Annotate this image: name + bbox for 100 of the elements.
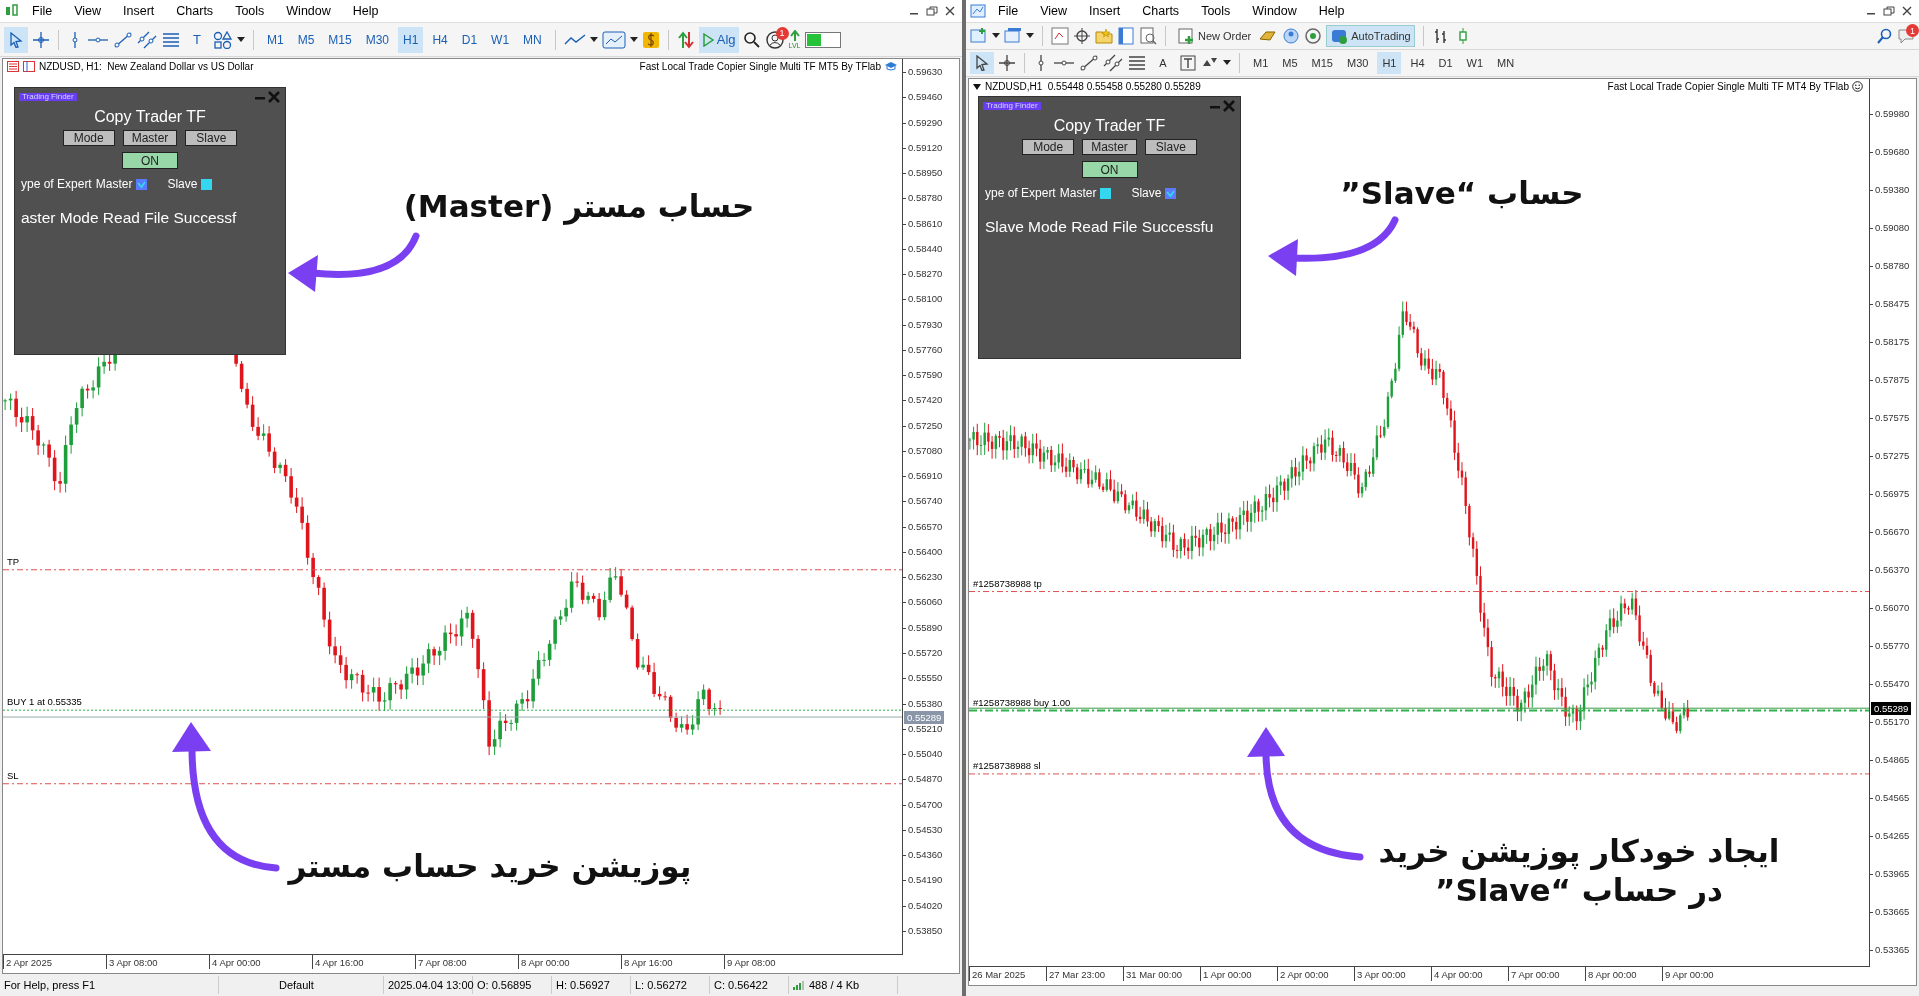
menu-item[interactable]: Tools [1191, 2, 1241, 20]
menu-item[interactable]: View [1030, 2, 1078, 20]
price-axis-label: 0.55770 [1870, 639, 1910, 653]
timeframe-button[interactable]: M30 [1341, 52, 1374, 74]
checkbox[interactable] [136, 178, 148, 190]
time-axis-label: 9 Apr 00:00 [1662, 967, 1739, 981]
panel-mode-button[interactable]: Slave [185, 130, 238, 146]
buy-level-line[interactable] [3, 709, 902, 711]
timeframe-button[interactable]: MN [1492, 52, 1520, 74]
profiles-icon[interactable] [1004, 27, 1022, 45]
timeframe-button[interactable]: M5 [292, 26, 320, 53]
fibonacci-icon[interactable] [161, 30, 181, 49]
price-axis-label: 0.56740 [903, 494, 943, 509]
timeframe-button[interactable]: M1 [1248, 52, 1274, 74]
panel-mode-button[interactable]: Mode [62, 130, 115, 146]
timeframe-button[interactable]: M1 [262, 26, 289, 53]
level-label: #1258738988 buy 1.00 [973, 696, 1071, 708]
fibonacci-icon[interactable] [1127, 54, 1147, 72]
price-axis-label: 0.56670 [1870, 525, 1910, 539]
channel-icon[interactable] [1103, 54, 1123, 72]
menu-item[interactable]: File [22, 2, 63, 20]
on-toggle-button[interactable]: ON [122, 152, 178, 169]
cursor-button[interactable] [970, 52, 994, 74]
sl-level-line[interactable] [3, 783, 902, 785]
new-order-button[interactable]: New Order [1174, 25, 1255, 47]
menu-item[interactable]: Insert [1079, 2, 1131, 20]
account-icon[interactable] [764, 29, 785, 50]
channel-icon[interactable] [137, 30, 157, 49]
tp-level-line[interactable] [3, 569, 902, 571]
menu-item[interactable]: File [988, 2, 1029, 20]
timeframe-button[interactable]: W1 [486, 26, 515, 53]
menu-item[interactable]: Charts [166, 2, 224, 20]
caret-icon[interactable] [1026, 33, 1034, 39]
timeframe-button[interactable]: D1 [456, 26, 483, 53]
cursor-button[interactable] [4, 26, 28, 53]
timeframe-button[interactable]: MN [518, 26, 547, 53]
timeframe-button[interactable]: M15 [1306, 52, 1338, 74]
connection-bar-icon [804, 31, 841, 48]
checkbox[interactable] [1165, 187, 1177, 199]
text-tool[interactable]: A [1151, 52, 1175, 74]
radar-icon[interactable] [1304, 27, 1323, 45]
autotrading-button[interactable]: AutoTrading [1326, 25, 1415, 47]
folder-star-icon[interactable] [1095, 27, 1113, 45]
timeframe-button[interactable]: D1 [1433, 52, 1458, 74]
menu-item[interactable]: Window [1242, 2, 1307, 20]
panel-mode-button[interactable]: Master [1082, 139, 1137, 155]
checkbox[interactable] [1100, 187, 1112, 199]
terminal-icon[interactable] [1117, 27, 1135, 45]
crosshair-icon[interactable] [32, 30, 50, 49]
label-icon[interactable] [1179, 54, 1197, 72]
navigator-icon[interactable] [1073, 27, 1091, 45]
caret-icon[interactable] [629, 36, 638, 43]
menu-item[interactable]: Charts [1132, 2, 1190, 20]
timeframe-button[interactable]: H1 [1377, 52, 1402, 74]
tp-level-line[interactable] [969, 591, 1869, 593]
menu-item[interactable]: Insert [113, 2, 165, 20]
menu-item[interactable]: Help [1308, 2, 1355, 20]
algo-trading-button[interactable]: Alg [698, 26, 739, 53]
chart-window-icon[interactable] [601, 29, 626, 50]
shapes-icon[interactable] [213, 30, 233, 49]
expert-name-label: Fast Local Trade Copier Single Multi TF MT5 By TFlab [639, 61, 881, 72]
chart-symbol-label: NZDUSD,H1 0.55448 0.55458 0.55280 0.55289 [985, 81, 1201, 92]
caret-icon[interactable] [1223, 60, 1231, 66]
menu-item[interactable]: Window [276, 2, 341, 20]
checkbox[interactable] [201, 178, 213, 190]
panel-mode-button[interactable]: Master [122, 130, 178, 146]
search-icon[interactable] [742, 30, 761, 49]
menu-item[interactable]: Help [342, 2, 389, 20]
caret-icon[interactable] [992, 33, 1000, 39]
dollar-icon[interactable] [641, 30, 660, 49]
chart-list-icon[interactable] [7, 61, 19, 72]
market-watch-icon[interactable] [1051, 27, 1069, 45]
up-down-arrows-icon[interactable] [676, 29, 695, 50]
timeframe-button[interactable]: H4 [1405, 52, 1430, 74]
restore-icon[interactable] [924, 4, 940, 18]
dropdown-triangle-icon[interactable] [973, 83, 981, 90]
restore-icon[interactable] [1881, 4, 1897, 18]
text-tool[interactable]: T [185, 26, 209, 53]
timeframe-button[interactable]: M5 [1277, 52, 1303, 74]
menu-item[interactable]: Tools [225, 2, 275, 20]
signals-icon[interactable] [1282, 27, 1301, 45]
caret-icon[interactable] [237, 36, 245, 43]
panel-mode-button[interactable]: Mode [1022, 139, 1075, 155]
menu-item[interactable]: View [64, 2, 112, 20]
trendline-icon[interactable] [113, 30, 133, 49]
timeframe-button[interactable]: M15 [323, 26, 357, 53]
crosshair-icon[interactable] [998, 54, 1016, 72]
chart-props-icon[interactable] [23, 61, 35, 72]
caret-icon[interactable] [589, 36, 598, 43]
buy-level-line[interactable] [969, 709, 1869, 712]
tester-icon[interactable] [1139, 27, 1157, 45]
time-axis-label: 8 Apr 00:00 [518, 955, 621, 969]
timeframe-button[interactable]: W1 [1461, 52, 1489, 74]
trendline-icon[interactable] [1079, 54, 1099, 72]
price-axis-label: 0.54265 [1870, 829, 1910, 843]
timeframe-button[interactable]: H1 [398, 26, 424, 53]
on-toggle-button[interactable]: ON [1081, 161, 1138, 178]
timeframe-button[interactable]: M30 [360, 26, 395, 53]
panel-mode-button[interactable]: Slave [1144, 139, 1197, 155]
timeframe-button[interactable]: H4 [427, 26, 453, 53]
